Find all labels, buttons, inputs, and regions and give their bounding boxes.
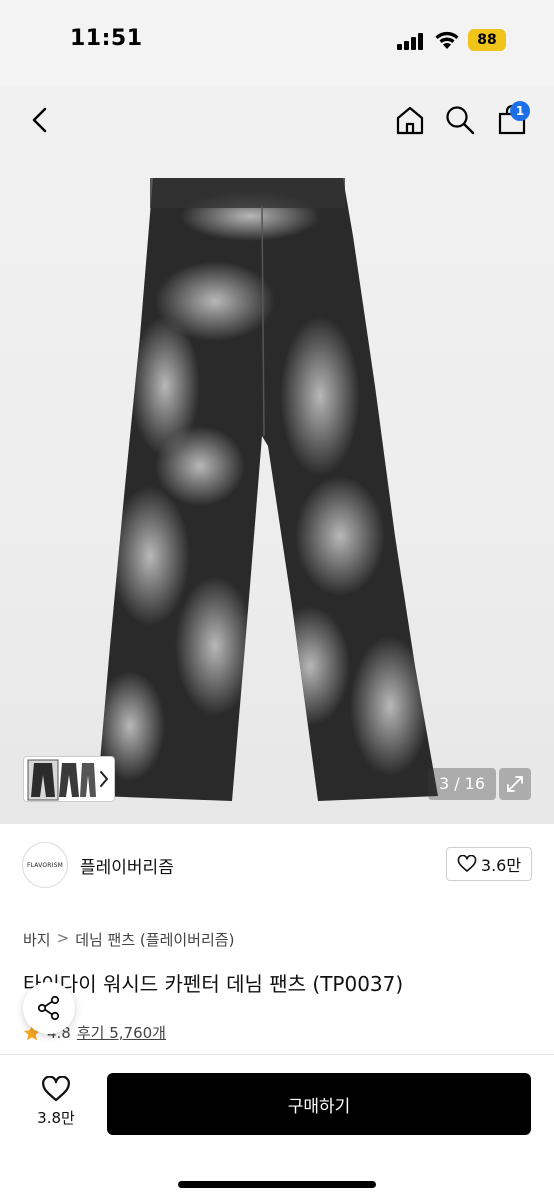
brand-logo[interactable]: FLAVORISM bbox=[22, 842, 68, 888]
wishlist-count: 3.8만 bbox=[37, 1109, 75, 1127]
thumbnail-strip[interactable] bbox=[23, 756, 115, 802]
brand-row: FLAVORISM 플레이버리즘 3.6만 bbox=[22, 842, 532, 888]
wifi-icon bbox=[435, 31, 459, 49]
heart-icon bbox=[42, 1076, 70, 1102]
cellular-signal-icon bbox=[397, 32, 427, 50]
expand-button[interactable] bbox=[499, 768, 531, 800]
breadcrumb-separator: > bbox=[56, 929, 70, 947]
share-button[interactable] bbox=[23, 982, 75, 1034]
cart-count-badge: 1 bbox=[510, 101, 530, 121]
breadcrumb: 바지 > 데님 팬츠 (플레이버리즘) bbox=[23, 929, 234, 950]
home-indicator bbox=[178, 1181, 376, 1188]
brand-like-button[interactable]: 3.6만 bbox=[446, 847, 532, 881]
wishlist-button[interactable]: 3.8만 bbox=[30, 1076, 82, 1136]
brand-name[interactable]: 플레이버리즘 bbox=[80, 853, 174, 878]
breadcrumb-category[interactable]: 바지 bbox=[23, 929, 51, 950]
image-page-counter: 3 / 16 bbox=[428, 768, 496, 800]
home-button[interactable] bbox=[392, 102, 428, 138]
search-button[interactable] bbox=[442, 102, 478, 138]
status-bar: 11:51 88 bbox=[0, 0, 554, 86]
expand-icon bbox=[507, 776, 523, 792]
divider bbox=[0, 1054, 554, 1055]
heart-icon bbox=[457, 855, 477, 872]
buy-button[interactable]: 구매하기 bbox=[107, 1073, 531, 1135]
search-icon bbox=[446, 106, 475, 135]
share-icon bbox=[37, 995, 60, 1021]
brand-like-count: 3.6만 bbox=[480, 856, 522, 875]
status-time: 11:51 bbox=[70, 26, 143, 51]
brand-logo-text: FLAVORISM bbox=[26, 861, 64, 869]
tie-dye-pants-image bbox=[97, 178, 438, 801]
product-title: 타이다이 워시드 카펜터 데님 팬츠 (TP0037) bbox=[23, 972, 404, 996]
chevron-right-icon bbox=[100, 771, 108, 787]
product-image[interactable] bbox=[0, 86, 554, 824]
review-count-link[interactable]: 후기 5,760개 bbox=[77, 1022, 166, 1043]
battery-indicator: 88 bbox=[468, 29, 506, 51]
chevron-left-icon bbox=[32, 107, 47, 133]
back-button[interactable] bbox=[22, 102, 58, 138]
breadcrumb-subcategory[interactable]: 데님 팬츠 (플레이버리즘) bbox=[75, 929, 234, 950]
home-icon bbox=[396, 106, 424, 135]
